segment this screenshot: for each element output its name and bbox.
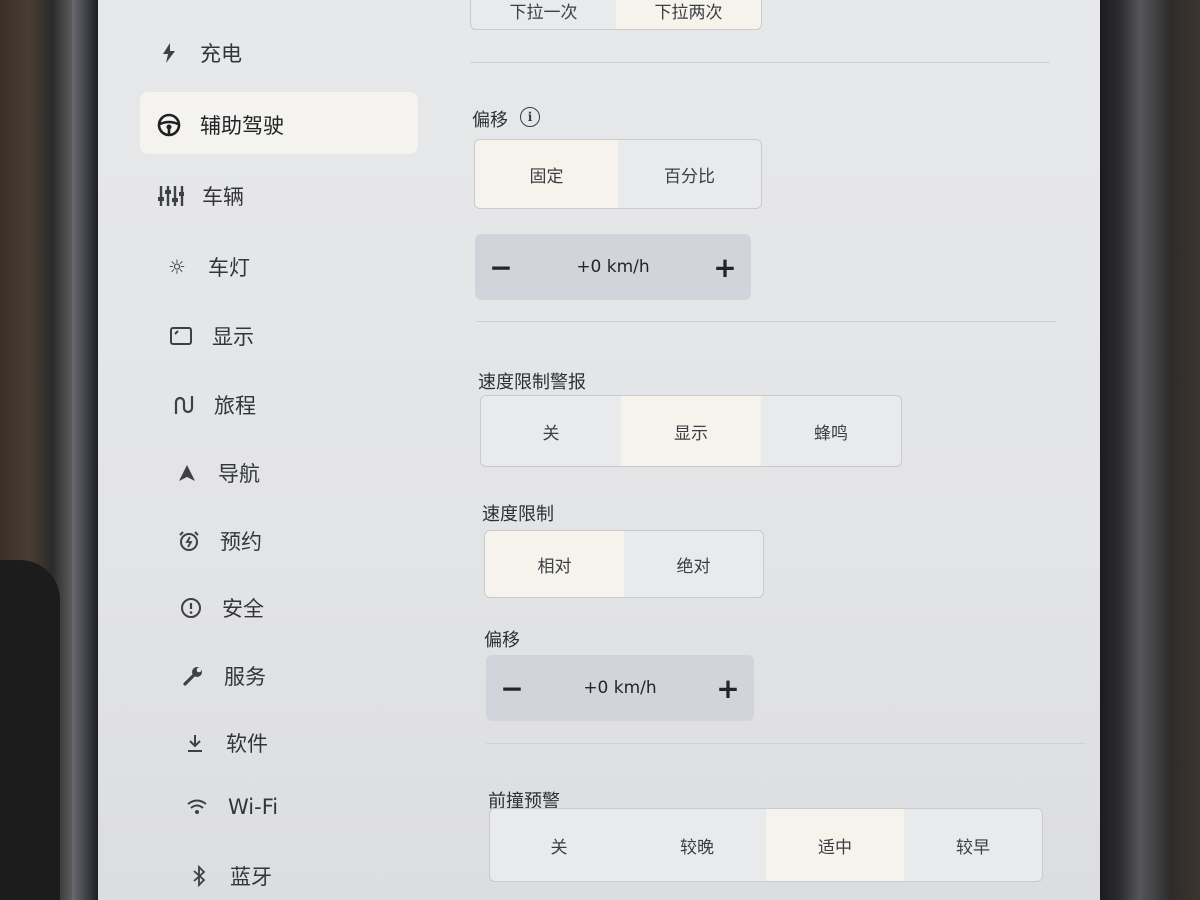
speed-limit-warning-segmented-control: 关 显示 蜂鸣 [480,395,902,467]
offset-mode-segmented-control: 固定 百分比 [474,139,762,209]
lightning-icon [156,40,182,66]
sidebar-item-charging[interactable]: 充电 [156,38,242,68]
pull-down-segmented-control: 下拉一次 下拉两次 [470,0,762,30]
offset-label: 偏移 [472,110,508,131]
sidebar-item-label: 辅助驾驶 [200,114,284,138]
wrench-icon [180,663,206,689]
navigation-arrow-icon [174,460,200,486]
forward-collision-warning-segmented-control: 关 较晚 适中 较早 [489,808,1043,882]
divider [486,743,1086,744]
offset-stepper: − +0 km/h + [475,234,751,300]
segment-option-selected[interactable]: 下拉两次 [616,0,761,29]
speed-limit-warning-label: 速度限制警报 [478,372,586,393]
bluetooth-icon [186,863,212,889]
download-icon [182,730,208,756]
divider [476,321,1056,322]
sidebar-item-display[interactable]: 显示 [168,321,254,351]
sidebar-item-label: 车辆 [202,185,244,209]
sidebar-item-vehicle[interactable]: 车辆 [158,181,244,211]
segment-option-selected[interactable]: 适中 [766,809,904,881]
increment-button[interactable]: + [702,672,754,705]
segment-option[interactable]: 蜂鸣 [761,396,901,466]
touchscreen: 充电 辅助驾驶 车辆 ☼ 车灯 显示 旅程 导航 预约 安全 服务 软件 Wi-… [98,0,1100,900]
sidebar-item-label: 车灯 [208,256,250,280]
sidebar-item-software[interactable]: 软件 [182,728,268,758]
sidebar-item-label: 安全 [222,597,264,621]
sidebar-item-label: 软件 [226,732,268,756]
segment-option[interactable]: 下拉一次 [471,0,616,29]
sidebar-item-label: Wi-Fi [228,795,279,819]
segment-option-selected[interactable]: 相对 [485,531,624,597]
sidebar-item-safety[interactable]: 安全 [178,593,264,623]
sidebar-item-navigation[interactable]: 导航 [174,458,260,488]
offset-value: +0 km/h [576,257,650,277]
increment-button[interactable]: + [699,251,751,284]
sidebar-item-wifi[interactable]: Wi-Fi [184,794,278,820]
speed-limit-segmented-control: 相对 绝对 [484,530,764,598]
alarm-clock-icon [176,528,202,554]
sidebar-item-label: 导航 [218,462,260,486]
offset-stepper: − +0 km/h + [486,655,754,721]
sidebar-item-service[interactable]: 服务 [180,661,266,691]
divider [470,62,1050,63]
sidebar-item-trips[interactable]: 旅程 [170,390,256,420]
sidebar-item-schedule[interactable]: 预约 [176,526,262,556]
info-icon[interactable]: i [520,107,540,127]
decrement-button[interactable]: − [475,251,527,284]
left-seat [0,560,60,900]
sidebar-item-label: 充电 [200,42,242,66]
segment-option[interactable]: 较晚 [628,809,766,881]
offset-label: 偏移 [484,630,520,651]
segment-option-selected[interactable]: 固定 [475,140,618,208]
trip-icon [170,392,196,418]
sidebar-item-bluetooth[interactable]: 蓝牙 [186,861,272,891]
speed-limit-label: 速度限制 [482,504,554,525]
segment-option[interactable]: 百分比 [618,140,761,208]
alert-circle-icon [178,595,204,621]
segment-option[interactable]: 关 [481,396,621,466]
segment-option[interactable]: 关 [490,809,628,881]
offset-value: +0 km/h [583,678,657,698]
sidebar-item-autopilot[interactable]: 辅助驾驶 [156,110,284,140]
segment-option[interactable]: 较早 [904,809,1042,881]
sidebar-item-label: 服务 [224,665,266,689]
sidebar-item-label: 旅程 [214,394,256,418]
steering-wheel-icon [156,112,182,138]
sun-icon: ☼ [168,255,186,279]
sidebar-item-lights[interactable]: ☼ 车灯 [164,252,250,282]
decrement-button[interactable]: − [486,672,538,705]
display-icon [168,323,194,349]
wifi-icon [184,794,210,820]
segment-option-selected[interactable]: 显示 [621,396,761,466]
segment-option[interactable]: 绝对 [624,531,763,597]
sidebar-item-label: 预约 [220,530,262,554]
left-screen-bezel [72,0,98,900]
sliders-icon [158,183,184,209]
sidebar-item-label: 显示 [212,325,254,349]
sidebar-item-label: 蓝牙 [230,865,272,889]
right-screen-bezel [1100,0,1200,900]
